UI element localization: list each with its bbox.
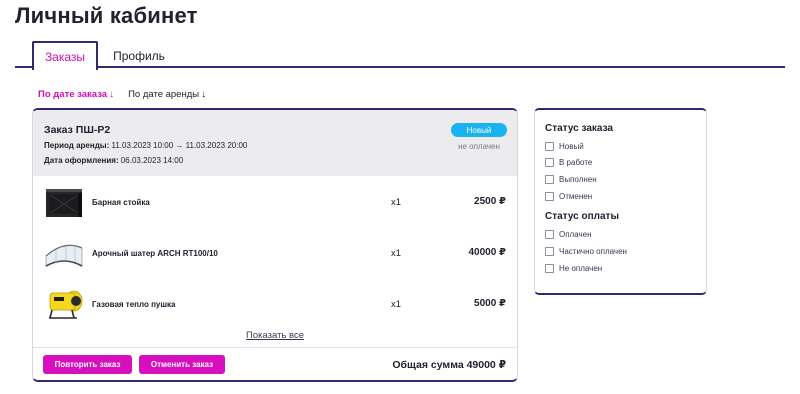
item-qty: x1 (391, 197, 402, 208)
cancel-order-button[interactable]: Отменить заказ (139, 355, 225, 374)
item-name: Барная стойка (92, 198, 150, 207)
order-card: Заказ ПШ-Р2 Период аренды: 11.03.2023 10… (32, 108, 518, 382)
order-period: Период аренды: 11.03.2023 10:00 → 11.03.… (44, 141, 247, 150)
list-item: Газовая тепло пушка x1 5000 ₽ (33, 282, 517, 328)
filter-panel: Статус заказа Новый В работе Выполнен От… (534, 108, 707, 295)
repeat-order-button[interactable]: Повторить заказ (43, 355, 132, 374)
order-created: Дата оформления: 06.03.2023 14:00 (44, 156, 183, 165)
item-price: 5000 ₽ (474, 298, 506, 309)
order-header: Заказ ПШ-Р2 Период аренды: 11.03.2023 10… (33, 110, 517, 176)
checkbox[interactable] (545, 246, 554, 256)
filter-order-done[interactable]: Выполнен (545, 173, 597, 185)
item-name: Арочный шатер ARCH RT100/10 (92, 249, 218, 258)
checkbox[interactable] (545, 157, 554, 167)
item-price: 40000 ₽ (468, 247, 506, 258)
status-badge: Новый (451, 123, 507, 137)
checkbox[interactable] (545, 229, 554, 239)
order-created-label: Дата оформления: (44, 156, 119, 165)
sort-by-rent-date-label: По дате аренды (128, 89, 200, 100)
order-created-value: 06.03.2023 14:00 (120, 156, 184, 165)
tab-orders[interactable]: Заказы (32, 41, 98, 70)
payment-status-heading: Статус оплаты (545, 211, 619, 222)
checkbox[interactable] (545, 174, 554, 184)
filter-label: Частично оплачен (559, 246, 627, 256)
filter-label: Не оплачен (559, 263, 603, 273)
checkbox[interactable] (545, 191, 554, 201)
checkbox[interactable] (545, 263, 554, 273)
arrow-down-icon: ↓ (201, 89, 207, 100)
show-all-link[interactable]: Показать все (33, 330, 517, 341)
sort-by-order-date-label: По дате заказа (38, 89, 108, 100)
order-period-label: Период аренды: (44, 141, 110, 150)
heat-gun-image (44, 287, 84, 321)
tent-image (44, 236, 84, 270)
filter-label: Оплачен (559, 229, 592, 239)
item-name: Газовая тепло пушка (92, 300, 176, 309)
filter-order-cancelled[interactable]: Отменен (545, 190, 592, 202)
checkbox[interactable] (545, 141, 554, 151)
filter-label: Отменен (559, 191, 593, 201)
filter-payment-unpaid[interactable]: Не оплачен (545, 262, 602, 274)
tabs: Заказы Профиль (15, 41, 785, 70)
filter-label: Новый (559, 141, 584, 151)
arrow-down-icon: ↓ (109, 89, 115, 100)
item-qty: x1 (391, 248, 402, 259)
list-item: Арочный шатер ARCH RT100/10 x1 40000 ₽ (33, 231, 517, 277)
item-qty: x1 (391, 299, 402, 310)
filter-payment-partial[interactable]: Частично оплачен (545, 245, 627, 257)
filter-order-new[interactable]: Новый (545, 140, 584, 152)
payment-status: не оплачен (458, 142, 500, 151)
bar-counter-image (46, 189, 82, 217)
order-title: Заказ ПШ-Р2 (44, 124, 111, 136)
footer-divider (33, 347, 517, 348)
filter-payment-paid[interactable]: Оплачен (545, 228, 592, 240)
filter-label: В работе (559, 157, 593, 167)
sort-by-rent-date[interactable]: По дате аренды ↓ (128, 89, 206, 100)
filter-label: Выполнен (559, 174, 597, 184)
order-status-heading: Статус заказа (545, 123, 613, 134)
order-period-value: 11.03.2023 10:00 → 11.03.2023 20:00 (111, 141, 248, 150)
sort-by-order-date[interactable]: По дате заказа ↓ (38, 89, 114, 100)
filter-order-in-progress[interactable]: В работе (545, 156, 592, 168)
page-title: Личный кабинет (15, 3, 198, 28)
item-price: 2500 ₽ (474, 196, 506, 207)
order-total: Общая сумма 49000 ₽ (392, 359, 506, 371)
list-item: Барная стойка x1 2500 ₽ (33, 180, 517, 226)
tab-profile[interactable]: Профиль (107, 41, 171, 70)
sort-bar: По дате заказа ↓ По дате аренды ↓ (38, 89, 206, 100)
